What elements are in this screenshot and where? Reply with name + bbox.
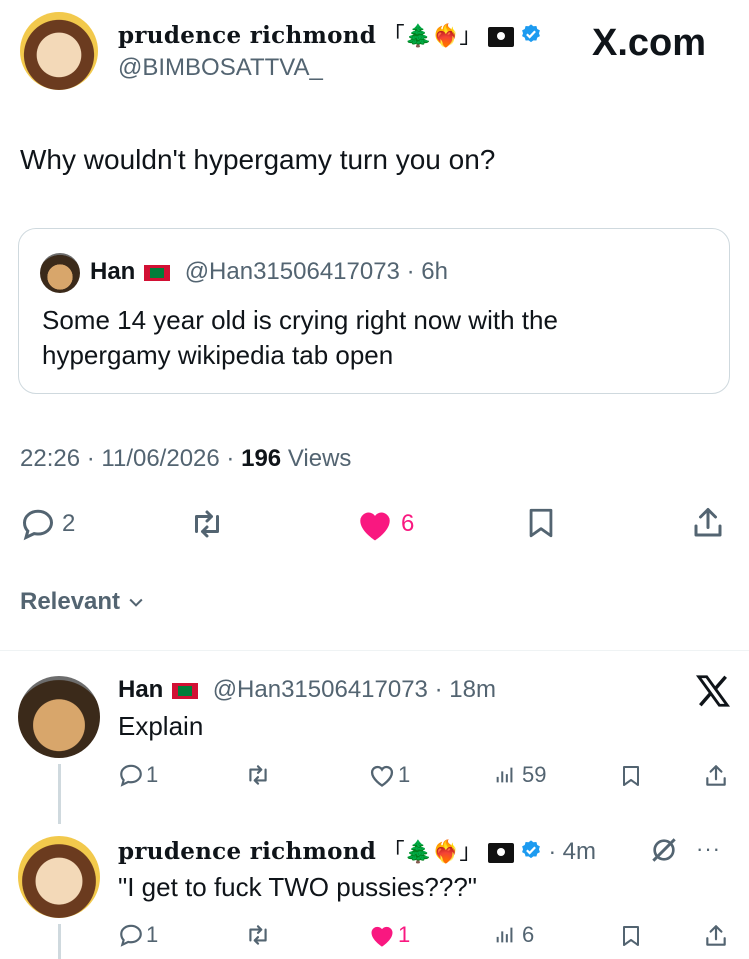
sort-dropdown[interactable]: Relevant: [20, 588, 146, 616]
post-meta: 22:26 · 11/06/2026 · 196 Views: [20, 445, 352, 472]
divider: [0, 650, 749, 651]
quote-header: Han @Han31506417073 · 6h: [90, 258, 448, 286]
reply-1-header: Han @Han31506417073 · 18m: [118, 676, 496, 703]
share-icon: [703, 762, 729, 790]
share-button[interactable]: [690, 504, 726, 542]
reply-icon: [118, 922, 144, 948]
reply-2-view-count: 6: [522, 922, 535, 947]
reply-1-bookmark-button[interactable]: [619, 762, 643, 790]
reply-1-like-count: 1: [398, 762, 411, 787]
analytics-icon: [494, 922, 516, 948]
verified-badge-icon: [520, 839, 542, 867]
share-icon: [703, 922, 729, 950]
like-count: 6: [401, 510, 415, 537]
quote-author-avatar[interactable]: [40, 253, 80, 293]
quote-text-line-2: hypergamy wikipedia tab open: [42, 340, 394, 370]
chevron-down-icon: [126, 592, 146, 612]
author-handle[interactable]: @BIMBOSATTVA_: [118, 54, 323, 82]
views-count: 196: [241, 445, 282, 472]
bookmark-button[interactable]: [524, 504, 558, 542]
reply-1-author-name[interactable]: Han: [118, 676, 163, 703]
reply-2-reply-count: 1: [146, 922, 159, 947]
repost-icon: [188, 506, 226, 542]
author-avatar[interactable]: [20, 12, 98, 90]
reply-2-like-button[interactable]: 1: [368, 922, 410, 948]
reply-1-repost-button[interactable]: [244, 762, 272, 788]
reply-icon: [118, 762, 144, 788]
repost-icon: [244, 762, 272, 788]
bookmark-icon: [619, 762, 643, 790]
x-logo-icon: [694, 672, 732, 715]
bookmark-icon: [619, 922, 643, 950]
reply-1-share-button[interactable]: [703, 762, 729, 790]
heart-filled-icon: [355, 506, 395, 542]
site-label: X.com: [592, 22, 707, 64]
repost-icon: [244, 922, 272, 948]
reply-1-avatar[interactable]: [18, 676, 100, 758]
reply-2-author-deco: 「🌲❤️‍🔥」: [382, 839, 482, 864]
reply-1-reply-count: 1: [146, 762, 159, 787]
quote-author-handle[interactable]: @Han31506417073: [185, 258, 400, 285]
sort-label: Relevant: [20, 588, 121, 615]
reply-2-like-count: 1: [398, 922, 411, 947]
reply-1-like-button[interactable]: 1: [368, 762, 410, 788]
heart-outline-icon: [368, 762, 396, 788]
separator-dot: ·: [406, 258, 415, 285]
reply-2-author-name[interactable]: prudence richmond: [118, 838, 376, 865]
reply-2-repost-button[interactable]: [244, 922, 272, 948]
reply-1-time: 18m: [449, 676, 496, 703]
more-options-icon[interactable]: ···: [696, 836, 721, 862]
author-name-row: prudence richmond 「🌲❤️‍🔥」: [118, 18, 542, 51]
reply-2-share-button[interactable]: [703, 922, 729, 950]
quote-author-name[interactable]: Han: [90, 258, 135, 285]
reply-1-views-button[interactable]: 59: [494, 762, 546, 788]
reply-2-views-button[interactable]: 6: [494, 922, 534, 948]
share-icon: [690, 504, 726, 542]
author-deco: 「🌲❤️‍🔥」: [382, 23, 482, 48]
pirate-flag-icon: [487, 842, 514, 863]
reply-2-text: "I get to fuck TWO pussies???": [118, 872, 478, 902]
reply-icon: [20, 506, 56, 542]
reply-2-time: 4m: [562, 838, 596, 865]
pirate-flag-icon: [487, 26, 514, 47]
repost-button[interactable]: [188, 506, 226, 542]
reply-button[interactable]: 2: [20, 506, 75, 542]
heart-filled-icon: [368, 922, 396, 948]
quote-time: 6h: [421, 258, 448, 285]
post-time: 22:26: [20, 445, 81, 472]
verified-badge-icon: [520, 23, 542, 51]
author-name[interactable]: prudence richmond: [118, 22, 376, 49]
thread-line: [58, 764, 61, 824]
reply-count: 2: [62, 510, 76, 537]
reply-2-bookmark-button[interactable]: [619, 922, 643, 950]
reply-1-view-count: 59: [522, 762, 547, 787]
reply-1-text: Explain: [118, 711, 204, 741]
views-label: Views: [287, 445, 352, 472]
quote-text-line-1: Some 14 year old is crying right now wit…: [42, 305, 558, 335]
thread-line: [58, 924, 61, 959]
like-button[interactable]: 6: [355, 506, 414, 542]
maldives-flag-icon: [144, 264, 171, 281]
post-text: Why wouldn't hypergamy turn you on?: [20, 144, 496, 175]
reply-2-header: prudence richmond 「🌲❤️‍🔥」 · 4m: [118, 838, 596, 867]
reply-2-avatar[interactable]: [18, 836, 100, 918]
maldives-flag-icon: [172, 682, 199, 699]
reply-2-reply-button[interactable]: 1: [118, 922, 158, 948]
reply-1-reply-button[interactable]: 1: [118, 762, 158, 788]
reply-1-author-handle[interactable]: @Han31506417073: [213, 676, 428, 703]
grok-icon[interactable]: [648, 834, 680, 871]
bookmark-icon: [524, 504, 558, 542]
post-date: 11/06/2026: [101, 445, 220, 472]
analytics-icon: [494, 762, 516, 788]
